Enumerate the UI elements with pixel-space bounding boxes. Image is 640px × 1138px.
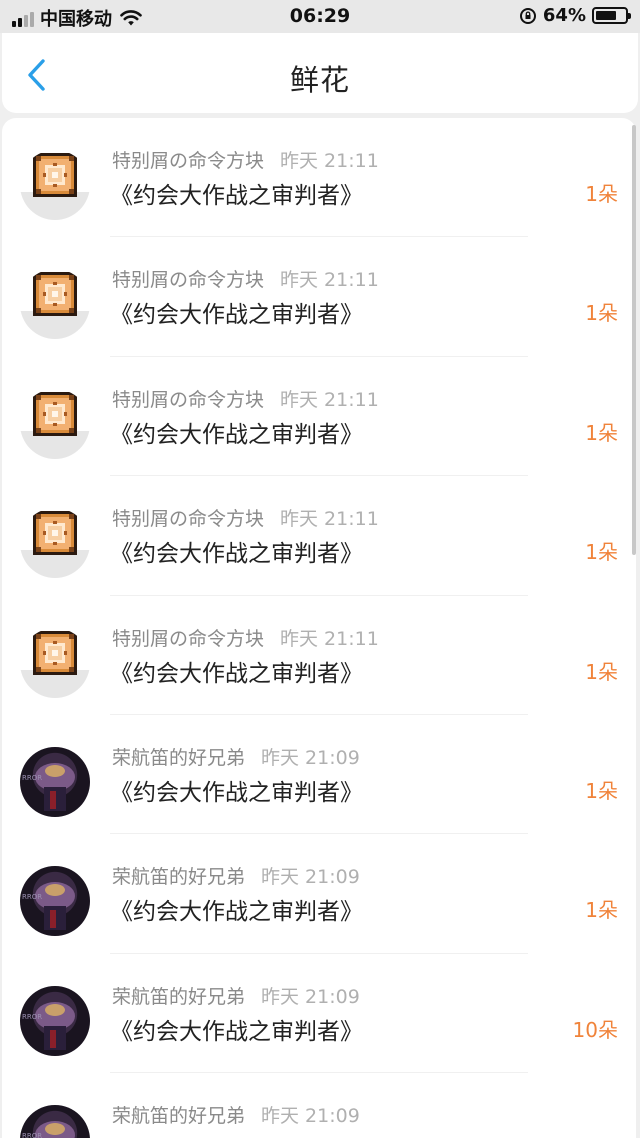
scrollbar[interactable] — [632, 125, 636, 555]
status-bar: 中国移动 06:29 64% — [0, 0, 640, 33]
item-meta: 荣航笛的好兄弟 昨天 21:09 — [112, 862, 360, 889]
avatar[interactable]: RROR — [20, 1105, 90, 1138]
list-item[interactable]: RROR 荣航笛的好兄弟昨天 21:09 《约会大作战之审判者》 10朵 — [2, 954, 636, 1074]
avatar[interactable] — [20, 508, 90, 579]
username[interactable]: 特别屑の命令方块 — [112, 150, 264, 172]
timestamp: 昨天 21:11 — [280, 388, 379, 411]
flower-count: 10朵 — [573, 1133, 618, 1138]
svg-text:RROR: RROR — [22, 1013, 42, 1021]
avatar[interactable]: RROR — [20, 985, 90, 1056]
flower-count: 1朵 — [585, 778, 618, 803]
avatar[interactable] — [20, 388, 90, 459]
book-title[interactable]: 《约会大作战之审判者》 — [110, 295, 363, 329]
svg-text:RROR: RROR — [22, 893, 42, 901]
flower-count: 1朵 — [585, 898, 618, 923]
username[interactable]: 荣航笛的好兄弟 — [112, 866, 245, 888]
item-meta: 特别屑の命令方块 昨天 21:11 — [112, 146, 379, 173]
book-title[interactable]: 《约会大作战之审判者》 — [110, 1012, 363, 1046]
list-item[interactable]: 特别屑の命令方块 昨天 21:11 《约会大作战之审判者》 1朵 — [2, 118, 636, 238]
nav-bar: 鲜花 — [2, 33, 638, 113]
item-meta: 特别屑の命令方块 昨天 21:11 — [112, 265, 379, 292]
username[interactable]: 荣航笛的好兄弟 — [112, 986, 245, 1008]
username[interactable]: 荣航笛的好兄弟 — [112, 1105, 245, 1127]
book-title[interactable]: 《约会大作战之审判者》 — [110, 415, 363, 449]
list-item[interactable]: 特别屑の命令方块 昨天 21:11 《约会大作战之审判者》 1朵 — [2, 596, 636, 715]
timestamp: 昨天 21:09 — [261, 1105, 360, 1128]
status-right: 64% — [519, 5, 631, 26]
timestamp: 昨天 21:11 — [280, 627, 379, 650]
timestamp: 昨天 21:09 — [261, 866, 360, 889]
item-meta: 荣航笛的好兄弟 昨天 21:09 — [112, 743, 360, 770]
flower-count: 10朵 — [572, 1017, 618, 1042]
book-title[interactable]: 《约会大作战之审判者》 — [110, 654, 363, 688]
list-item[interactable]: 特别屑の命令方块 昨天 21:11 《约会大作战之审判者》 1朵 — [2, 237, 636, 357]
list-item[interactable]: 特别屑の命令方块 昨天 21:11 《约会大作战之审判者》 1朵 — [2, 357, 636, 477]
list-item[interactable]: 特别屑の命令方块 昨天 21:11 《约会大作战之审判者》 1朵 — [2, 476, 636, 596]
item-meta: 特别屑の命令方块 昨天 21:11 — [112, 624, 379, 651]
item-meta: 荣航笛的好兄弟 昨天 21:09 — [112, 982, 360, 1009]
flower-count: 1朵 — [585, 540, 618, 565]
username[interactable]: 特别屑の命令方块 — [112, 508, 264, 530]
avatar[interactable] — [20, 150, 90, 220]
svg-text:RROR: RROR — [22, 1132, 42, 1138]
timestamp: 昨天 21:09 — [261, 746, 360, 769]
item-meta: 特别屑の命令方块 昨天 21:11 — [112, 504, 379, 531]
avatar[interactable] — [20, 627, 90, 698]
timestamp: 昨天 21:09 — [261, 985, 360, 1008]
flower-count: 1朵 — [585, 182, 618, 206]
flower-count: 1朵 — [585, 301, 618, 326]
avatar[interactable]: RROR — [20, 746, 90, 817]
timestamp: 昨天 21:11 — [280, 269, 379, 292]
flower-count: 1朵 — [585, 659, 618, 684]
item-meta: 荣航笛的好兄弟 昨天 21:09 — [112, 1101, 360, 1128]
book-title[interactable]: 《约会大作战之审判者》 — [110, 773, 363, 807]
rotation-lock-icon — [519, 7, 536, 24]
book-title[interactable]: 《约会大作战之审判者》 — [110, 892, 363, 926]
username[interactable]: 特别屑の命令方块 — [112, 628, 264, 650]
list-item[interactable]: RROR 荣航笛的好兄弟昨天 21:09 《约会大作战之审判者》 10朵 — [2, 1073, 636, 1138]
flower-list[interactable]: 特别屑の命令方块 昨天 21:11 《约会大作战之审判者》 1朵 特别屑の命令方块 昨天… — [2, 118, 636, 1138]
book-title[interactable]: 《约会大作战之审判者》 — [110, 534, 363, 568]
battery-icon — [592, 7, 631, 24]
list-item[interactable]: RROR 荣航笛的好兄弟 昨天 21:09 《约会大作战之审判者》 1朵 — [2, 834, 636, 954]
username[interactable]: 特别屑の命令方块 — [112, 389, 264, 411]
avatar[interactable]: RROR — [20, 866, 90, 937]
username[interactable]: 特别屑の命令方块 — [112, 269, 264, 291]
flower-count: 1朵 — [585, 420, 618, 445]
timestamp: 昨天 21:11 — [280, 150, 379, 172]
svg-text:RROR: RROR — [22, 774, 42, 782]
username[interactable]: 荣航笛的好兄弟 — [112, 747, 245, 769]
avatar[interactable] — [20, 269, 90, 340]
timestamp: 昨天 21:11 — [280, 508, 379, 531]
list-item[interactable]: RROR 荣航笛的好兄弟 昨天 21:09 《约会大作战之审判者》 1朵 — [2, 715, 636, 835]
book-title[interactable]: 《约会大作战之审判者》 — [110, 176, 363, 210]
book-title[interactable]: 《约会大作战之审判者》 — [110, 1131, 363, 1138]
page-title: 鲜花 — [289, 63, 350, 97]
battery-percent: 64% — [542, 5, 586, 26]
item-meta: 特别屑の命令方块 昨天 21:11 — [112, 385, 379, 412]
